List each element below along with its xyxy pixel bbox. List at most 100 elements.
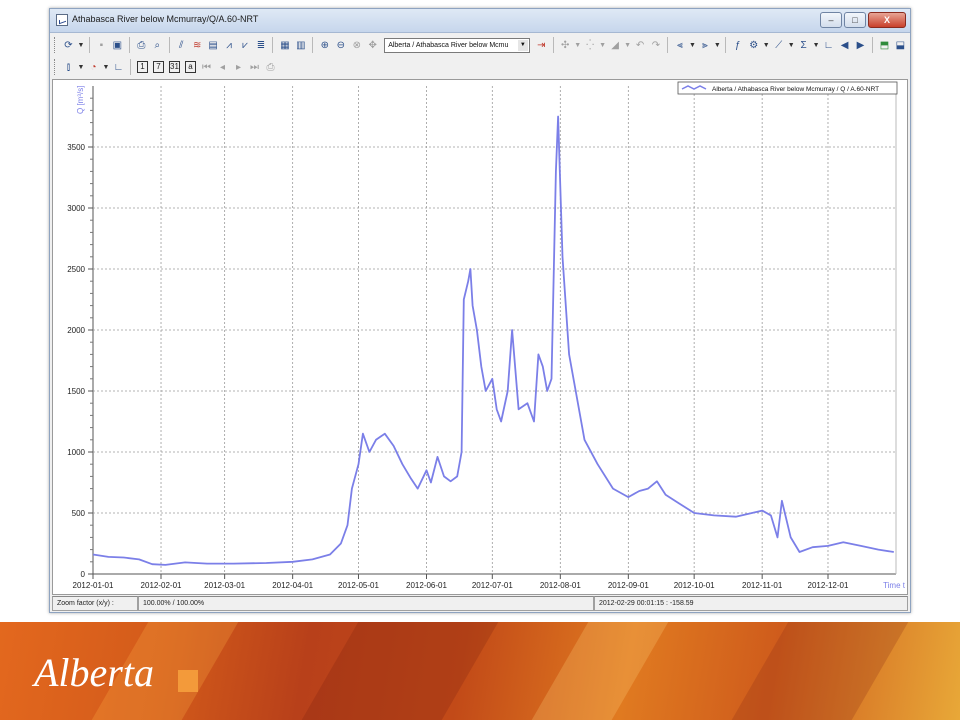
refresh-icon[interactable]: ⟳ <box>61 38 76 53</box>
save-icon[interactable]: ▪ <box>94 38 109 53</box>
toolbar-separator <box>552 37 554 53</box>
refresh-dropdown-icon[interactable]: ▼ <box>77 38 85 53</box>
main-toolbar: ⟳ ▼ ▪ ▣ ⎙ ⌕ ⫽ ≋ ▤ ⩘ ⩗ ≣ ▦ ▥ ⊕ ⊖ ⊗ ✥ Albe… <box>52 35 908 55</box>
zoom-out-icon[interactable]: ⊖ <box>333 38 348 53</box>
eraser-dropdown-icon[interactable]: ▼ <box>624 38 632 53</box>
legend-label: Alberta / Athabasca River below Mcmurray… <box>712 86 879 93</box>
zoom-reset-icon[interactable]: ⊗ <box>349 38 364 53</box>
plot-area[interactable]: 0 500 1000 1500 2000 2500 3000 3500 2012-01-01 20… <box>52 79 908 595</box>
chevron-down-icon[interactable]: ▼ <box>517 39 528 51</box>
y-tick-label: 1500 <box>67 387 85 396</box>
axis-icon[interactable]: ∟ <box>821 38 836 53</box>
secondary-toolbar: ⫾ ▼ ◔ ▼ ∟ 1 7 31 a ⏮ ◂ ▸ ⏭ ⎙ <box>52 57 908 77</box>
table-icon[interactable]: ▤ <box>206 38 221 53</box>
x-tick-label: 2012-07-01 <box>472 581 513 590</box>
trend-icon[interactable]: ⟋ <box>771 38 786 53</box>
exit-icon[interactable]: ⇥ <box>534 38 549 53</box>
title-bar[interactable]: Athabasca River below Mcmurray/Q/A.60-NR… <box>50 9 910 33</box>
x-axis-label: Time t <box>883 581 906 590</box>
minimize-button[interactable]: – <box>820 12 842 28</box>
point-move-dropdown-icon[interactable]: ▼ <box>599 38 607 53</box>
data-import-icon[interactable]: ⬒ <box>877 38 892 53</box>
redo-icon[interactable]: ↷ <box>649 38 664 53</box>
toolbar-separator <box>312 37 314 53</box>
series-style-dropdown-icon[interactable]: ▼ <box>688 38 696 53</box>
marker-right-icon[interactable]: ▶ <box>853 38 868 53</box>
window-title: Athabasca River below Mcmurray/Q/A.60-NR… <box>72 14 259 24</box>
toolbar-separator <box>725 37 727 53</box>
eraser-icon[interactable]: ◢ <box>608 38 623 53</box>
toolbar-separator <box>667 37 669 53</box>
toolbar-grip[interactable] <box>54 59 57 75</box>
layout-icon[interactable]: ▦ <box>277 38 292 53</box>
point-move-icon[interactable]: ⁛ <box>583 38 598 53</box>
x-tick-label: 2012-01-01 <box>73 581 114 590</box>
axis-style-icon[interactable]: ⫸ <box>697 38 712 53</box>
x-tick-label: 2012-11-01 <box>742 581 783 590</box>
print-icon[interactable]: ⎙ <box>134 38 149 53</box>
marker-left-icon[interactable]: ◀ <box>837 38 852 53</box>
data-export-icon[interactable]: ⬓ <box>893 38 908 53</box>
settings-gear-icon[interactable]: ⚙ <box>746 38 761 53</box>
x-tick-label: 2012-05-01 <box>338 581 379 590</box>
csv-icon[interactable]: ≣ <box>254 38 269 53</box>
cursor-readout: 2012-02-29 00:01:15 : -158.59 <box>594 596 908 611</box>
month-view-icon[interactable]: 31 <box>169 61 180 73</box>
pan-icon[interactable]: ✥ <box>365 38 380 53</box>
day-view-icon[interactable]: 1 <box>137 61 148 73</box>
toolbar-separator <box>871 37 873 53</box>
x-tick-label: 2012-04-01 <box>272 581 313 590</box>
axis-chart-icon[interactable]: ∟ <box>111 60 126 75</box>
y-tick-label: 0 <box>81 570 86 579</box>
next-page-icon[interactable]: ▸ <box>231 60 246 75</box>
y-tick-label: 3000 <box>67 204 85 213</box>
first-page-icon[interactable]: ⏮ <box>199 60 214 75</box>
point-edit-dropdown-icon[interactable]: ▼ <box>574 38 582 53</box>
maximize-button[interactable]: □ <box>844 12 866 28</box>
undo-icon[interactable]: ↶ <box>633 38 648 53</box>
toolbar-grip[interactable] <box>54 37 57 53</box>
year-view-icon[interactable]: a <box>185 61 196 73</box>
x-tick-label: 2012-06-01 <box>406 581 447 590</box>
last-page-icon[interactable]: ⏭ <box>247 60 262 75</box>
settings-dropdown-icon[interactable]: ▼ <box>762 38 770 53</box>
hydrograph-chart[interactable]: 0 500 1000 1500 2000 2500 3000 3500 2012-01-01 20… <box>53 80 907 594</box>
toolbar-separator <box>272 37 274 53</box>
save-as-icon[interactable]: ▣ <box>110 38 125 53</box>
zoom-value: 100.00% / 100.00% <box>138 596 594 611</box>
app-window: Athabasca River below Mcmurray/Q/A.60-NR… <box>49 8 911 613</box>
series-line <box>92 115 894 566</box>
week-view-icon[interactable]: 7 <box>153 61 164 73</box>
chart-line-icon[interactable]: ⫽ <box>174 38 189 53</box>
y-tick-label: 2500 <box>67 265 85 274</box>
layout-split-icon[interactable]: ▥ <box>293 38 308 53</box>
time-series-icon[interactable]: ⫾ <box>61 60 76 75</box>
clock-icon[interactable]: ◔ <box>86 60 101 75</box>
x-tick-label: 2012-02-01 <box>141 581 182 590</box>
print-preview-icon[interactable]: ⌕ <box>150 38 165 53</box>
toolbar-separator <box>88 37 90 53</box>
axis-style-dropdown-icon[interactable]: ▼ <box>713 38 721 53</box>
close-button[interactable]: X <box>868 12 906 28</box>
chart-series-icon[interactable]: ≋ <box>190 38 205 53</box>
alberta-logo: Alberta <box>31 650 198 695</box>
x-tick-label: 2012-03-01 <box>204 581 245 590</box>
clock-dropdown-icon[interactable]: ▼ <box>102 60 110 75</box>
alberta-logo-text: Alberta <box>31 650 154 695</box>
series-style-icon[interactable]: ⫷ <box>672 38 687 53</box>
station-combo[interactable]: Alberta / Athabasca River below Mcmu ▼ <box>384 37 530 53</box>
chart-export-icon[interactable]: ⩗ <box>238 38 253 53</box>
zoom-in-icon[interactable]: ⊕ <box>317 38 332 53</box>
y-tick-label: 1000 <box>67 448 85 457</box>
trend-dropdown-icon[interactable]: ▼ <box>787 38 795 53</box>
y-tick-label: 500 <box>72 509 86 518</box>
print-small-icon[interactable]: ⎙ <box>263 60 278 75</box>
sum-icon[interactable]: Σ <box>796 38 811 53</box>
function-icon[interactable]: ƒ <box>730 38 745 53</box>
time-series-dropdown-icon[interactable]: ▼ <box>77 60 85 75</box>
sum-dropdown-icon[interactable]: ▼ <box>812 38 820 53</box>
prev-page-icon[interactable]: ◂ <box>215 60 230 75</box>
chart-compare-icon[interactable]: ⩘ <box>222 38 237 53</box>
x-tick-label: 2012-08-01 <box>540 581 581 590</box>
point-edit-icon[interactable]: ✣ <box>558 38 573 53</box>
